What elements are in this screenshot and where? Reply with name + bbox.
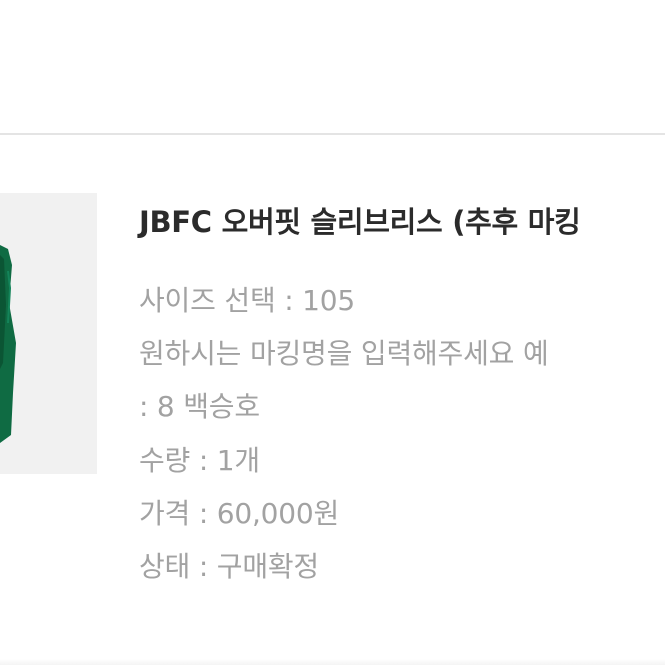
top-blank-area [0, 0, 665, 133]
green-jersey-thumbnail-icon [0, 245, 16, 443]
order-history-page: JBFC 오버핏 슬리브리스 (추후 마킹 사이즈 선택 : 105 원하시는 … [0, 0, 665, 665]
marking-option-label: 원하시는 마킹명을 입력해주세요 예 [139, 337, 549, 370]
product-title[interactable]: JBFC 오버핏 슬리브리스 (추후 마킹 [139, 199, 581, 241]
quantity-info: 수량 : 1개 [139, 444, 260, 477]
product-thumbnail[interactable] [0, 193, 97, 474]
price-info: 가격 : 60,000원 [139, 497, 340, 530]
marking-option-value: : 8 백승호 [139, 390, 260, 423]
order-status: 상태 : 구매확정 [139, 550, 319, 583]
order-item-card[interactable]: JBFC 오버핏 슬리브리스 (추후 마킹 사이즈 선택 : 105 원하시는 … [0, 135, 665, 665]
size-option: 사이즈 선택 : 105 [139, 284, 355, 317]
bottom-edge [0, 659, 665, 665]
